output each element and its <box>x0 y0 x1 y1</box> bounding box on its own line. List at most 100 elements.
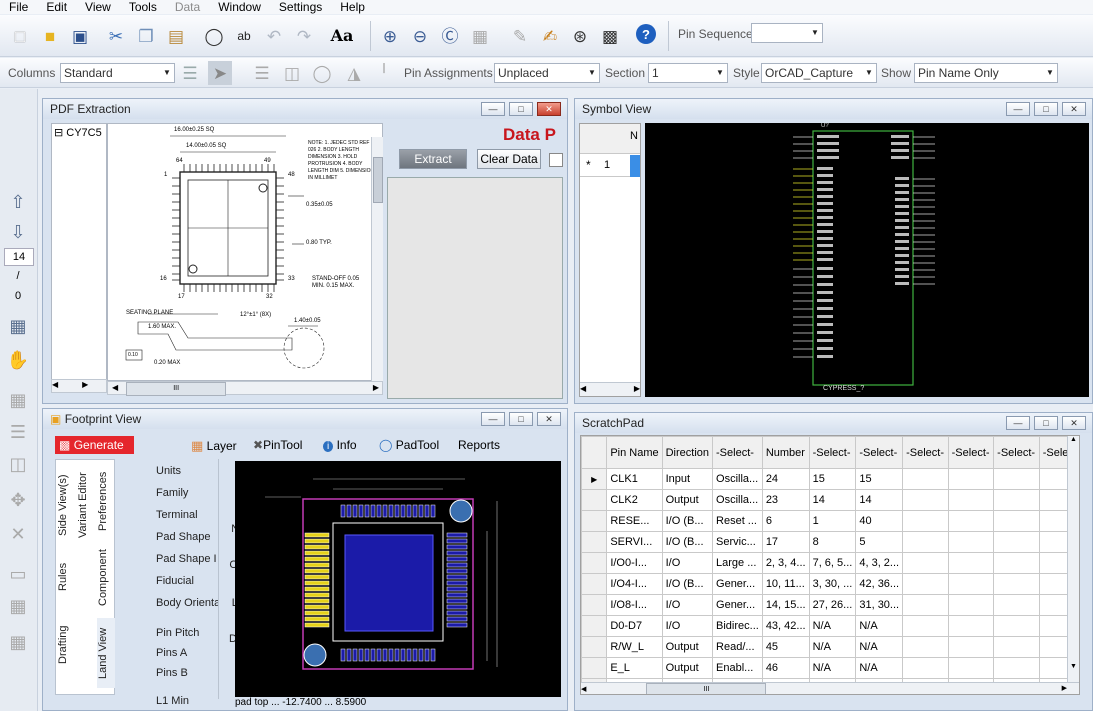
columns-dropdown[interactable]: Standard ▼ <box>60 63 175 83</box>
row-header[interactable] <box>581 573 608 595</box>
save-icon[interactable]: ▣ <box>68 24 92 48</box>
spell-check-icon[interactable]: ab <box>232 24 256 48</box>
table-icon[interactable]: ▦ <box>5 593 31 619</box>
field-units[interactable]: Units <box>156 465 218 477</box>
field-fiducial[interactable]: Fiducial <box>156 575 218 587</box>
select-area-icon[interactable]: ▦ <box>5 313 31 339</box>
scroll-thumb[interactable] <box>372 157 383 203</box>
zoom-out-icon[interactable]: ⊖ <box>408 24 432 48</box>
table-cell[interactable] <box>902 552 949 574</box>
table-cell[interactable] <box>902 594 949 616</box>
move-icon[interactable]: ✥ <box>5 487 31 513</box>
clear-data-button[interactable]: Clear Data <box>477 149 541 169</box>
table-cell[interactable]: N/A <box>808 615 857 637</box>
table-cell[interactable] <box>993 510 1040 532</box>
page-down-icon[interactable]: ⇩ <box>5 219 31 245</box>
maximize-button[interactable]: □ <box>509 102 533 116</box>
table-cell[interactable]: N/A <box>855 657 904 679</box>
table-cell[interactable] <box>902 468 949 490</box>
table-cell[interactable]: I/O (B... <box>661 573 714 595</box>
table-cell[interactable] <box>993 552 1040 574</box>
table-cell[interactable]: 14 <box>855 489 904 511</box>
table-cell[interactable]: 15 <box>808 468 857 490</box>
padtool-button[interactable]: ◯ PadTool <box>379 438 439 452</box>
menu-edit[interactable]: Edit <box>37 0 76 14</box>
zoom-in-icon[interactable]: ⊕ <box>378 24 402 48</box>
open-folder-icon[interactable]: ■ <box>38 24 62 48</box>
copy-icon[interactable]: ❐ <box>134 24 158 48</box>
font-icon[interactable]: Aa <box>330 24 354 48</box>
symbol-canvas[interactable]: U? CYPRESS_? <box>645 123 1089 397</box>
table-cell[interactable]: 1 <box>808 510 857 532</box>
pointer-icon[interactable]: ➤ <box>208 61 232 85</box>
table-cell[interactable]: Large ... <box>712 552 763 574</box>
table-cell[interactable]: 45 <box>761 636 810 658</box>
info-button[interactable]: i Info <box>323 438 357 452</box>
option-checkbox[interactable] <box>549 153 563 167</box>
table-cell[interactable]: N/A <box>808 636 857 658</box>
column-header[interactable]: -Select- <box>855 436 904 469</box>
extract-button[interactable]: Extract <box>399 149 467 169</box>
row-header[interactable]: ▶ <box>581 468 608 490</box>
pin-assignments-dropdown[interactable]: Unplaced ▼ <box>494 63 600 83</box>
table-cell[interactable]: Reset ... <box>712 510 763 532</box>
table-cell[interactable] <box>993 573 1040 595</box>
column-header[interactable]: -Select- <box>712 436 763 469</box>
menu-settings[interactable]: Settings <box>270 0 331 14</box>
close-button[interactable]: ✕ <box>1062 416 1086 430</box>
table-cell[interactable] <box>947 594 995 616</box>
table-row[interactable]: D0-D7 I/O Bidirec... 43, 42... N/A N/A <box>581 615 1079 637</box>
chart-icon[interactable]: ▦ <box>5 629 31 655</box>
table-cell[interactable]: 24 <box>761 468 810 490</box>
layer-button[interactable]: ▦ Layer <box>191 438 237 454</box>
table-cell[interactable] <box>947 573 995 595</box>
table-cell[interactable]: 10, 11... <box>761 573 810 595</box>
menu-tools[interactable]: Tools <box>120 0 166 14</box>
close-button[interactable]: ✕ <box>537 412 561 426</box>
column-header[interactable]: -Select- <box>902 436 949 469</box>
field-l1-min[interactable]: L1 Min <box>156 695 218 707</box>
table-cell[interactable]: 31, 30... <box>855 594 904 616</box>
close-button[interactable]: ✕ <box>1062 102 1086 116</box>
minimize-button[interactable]: — <box>1006 416 1030 430</box>
column-header[interactable]: -Select- <box>947 436 995 469</box>
find-icon[interactable]: ◯ <box>202 24 226 48</box>
table-cell[interactable]: 8 <box>808 531 857 553</box>
table-row[interactable]: RESE... I/O (B... Reset ... 6 1 40 <box>581 510 1079 532</box>
rows-icon[interactable]: ☰ <box>5 419 31 445</box>
columns-icon[interactable]: ◫ <box>5 451 31 477</box>
table-cell[interactable]: 2, 3, 4... <box>761 552 810 574</box>
table-cell[interactable]: 14 <box>808 489 857 511</box>
minimize-button[interactable]: — <box>481 102 505 116</box>
field-pin-pitch[interactable]: Pin Pitch <box>156 627 218 639</box>
table-cell[interactable] <box>993 489 1040 511</box>
pdf-vertical-scrollbar[interactable] <box>371 137 383 381</box>
table-cell[interactable] <box>993 531 1040 553</box>
table-cell[interactable]: N/A <box>808 657 857 679</box>
column-header[interactable]: -Select- <box>808 436 857 469</box>
grid-icon[interactable]: ▦ <box>5 387 31 413</box>
table-cell[interactable] <box>902 531 949 553</box>
cut-icon[interactable]: ✂ <box>104 24 128 48</box>
table-cell[interactable]: I/O4-I... <box>606 573 663 595</box>
row-header[interactable] <box>581 552 608 574</box>
table-row[interactable]: SERVI... I/O (B... Servic... 17 8 5 <box>581 531 1079 553</box>
reports-button[interactable]: Reports <box>458 438 500 452</box>
pin-icon[interactable]: ⊛ <box>568 24 592 48</box>
tree-scrollbar[interactable]: ◀ ▶ <box>51 379 107 393</box>
table-cell[interactable]: Servic... <box>712 531 763 553</box>
table-cell[interactable]: 40 <box>855 510 904 532</box>
extracted-data-area[interactable] <box>387 177 563 399</box>
scroll-thumb[interactable]: III <box>126 382 227 396</box>
table-cell[interactable]: SERVI... <box>606 531 663 553</box>
table-row[interactable]: ▶ CLK1 Input Oscilla... 24 15 15 <box>581 468 1079 490</box>
pdf-horizontal-scrollbar[interactable]: ◀ III ▶ <box>107 381 383 396</box>
table-cell[interactable] <box>947 552 995 574</box>
table-cell[interactable] <box>993 636 1040 658</box>
section-dropdown[interactable]: 1 ▼ <box>648 63 728 83</box>
table-cell[interactable]: Oscilla... <box>712 468 763 490</box>
minimize-button[interactable]: — <box>1006 102 1030 116</box>
new-file-icon[interactable]: □ <box>8 24 32 48</box>
table-cell[interactable]: CLK1 <box>606 468 663 490</box>
maximize-button[interactable]: □ <box>1034 416 1058 430</box>
